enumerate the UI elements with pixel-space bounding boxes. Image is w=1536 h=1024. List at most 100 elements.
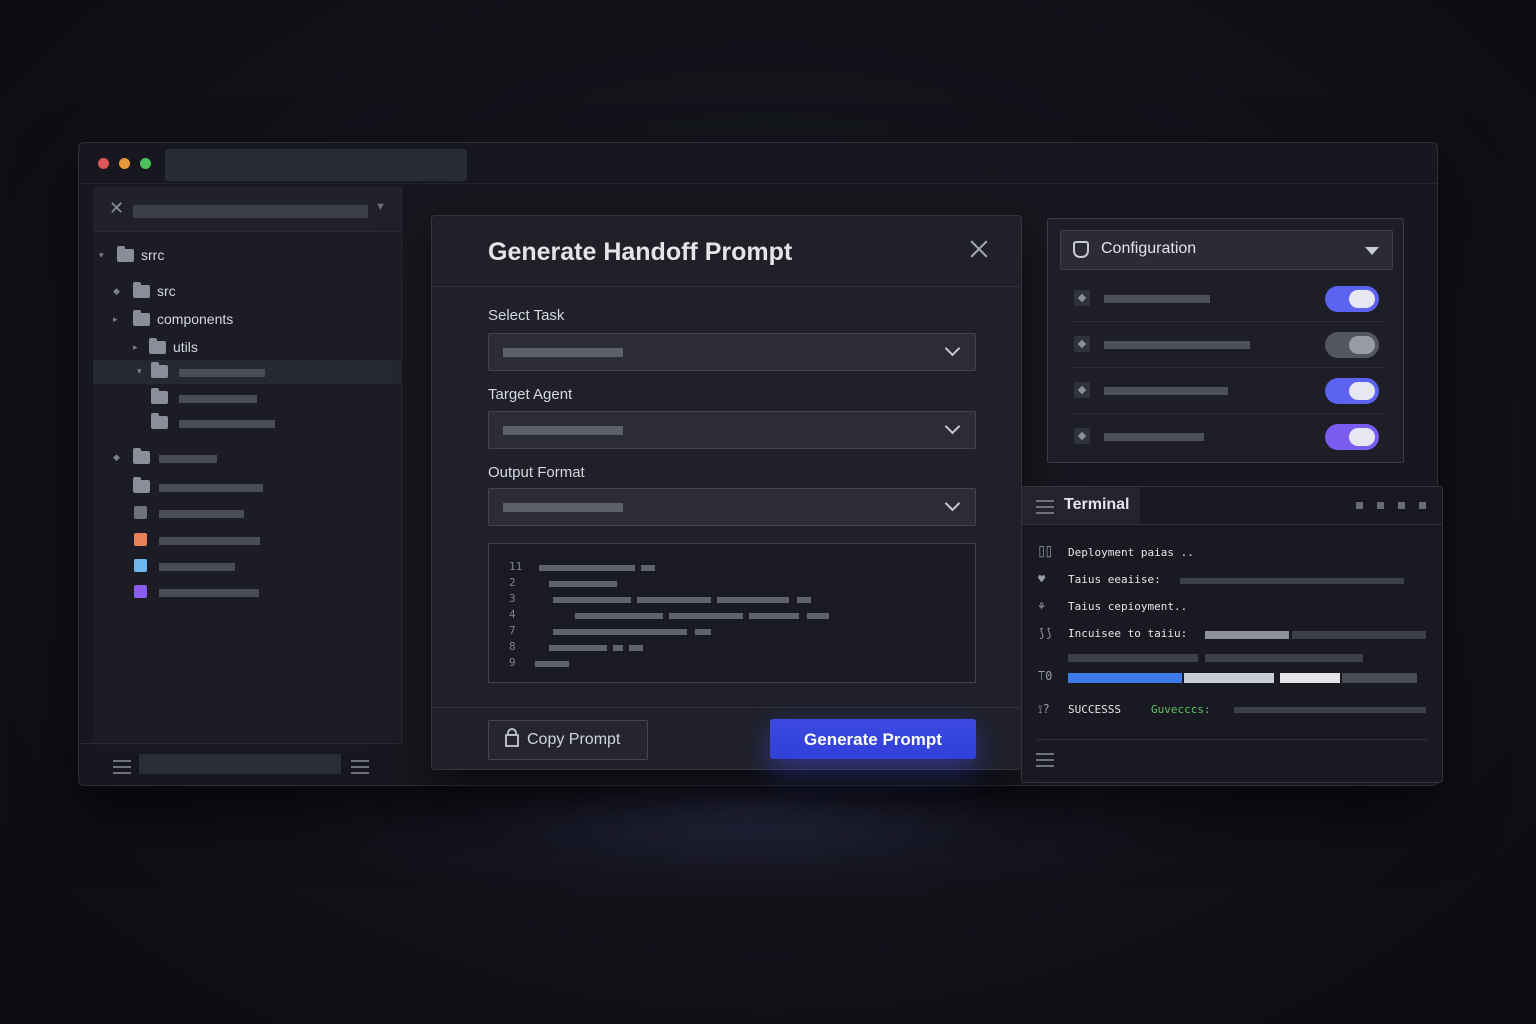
folder-icon <box>133 282 150 298</box>
tree-item-file[interactable] <box>93 580 401 604</box>
terminal-action-icon[interactable] <box>1419 502 1426 509</box>
tree-label <box>179 369 265 377</box>
tree-item-utils[interactable]: ▸ utils <box>93 336 401 360</box>
status-field <box>139 754 341 774</box>
code-line <box>539 565 635 571</box>
editor-tab[interactable] <box>165 149 467 181</box>
menu-icon[interactable] <box>113 760 131 774</box>
handoff-prompt-dialog: Generate Handoff Prompt Select Task Targ… <box>431 215 1022 770</box>
menu-icon[interactable] <box>351 760 369 774</box>
prompt-preview[interactable]: 11 2 3 4 7 8 9 <box>488 543 976 683</box>
setting-toggle[interactable] <box>1325 424 1379 450</box>
config-row <box>1070 413 1382 459</box>
tree-label <box>179 395 257 403</box>
configuration-dropdown[interactable]: Configuration <box>1060 230 1393 270</box>
toggle-knob <box>1349 290 1375 308</box>
code-line <box>535 661 569 667</box>
minimize-window-button[interactable] <box>119 158 130 169</box>
tree-item-selected[interactable]: ▾ <box>93 360 401 384</box>
terminal-text: Taius cepioyment.. <box>1068 600 1188 613</box>
output-format-label: Output Format <box>488 464 585 481</box>
line-number: 9 <box>509 656 516 669</box>
code-line <box>613 645 623 651</box>
code-line <box>749 613 799 619</box>
config-row <box>1070 275 1382 322</box>
tree-item-file[interactable] <box>93 501 401 525</box>
terminal-line: ⌷⌷ Deployment paias .. <box>1022 544 1442 564</box>
chevron-down-icon <box>944 418 961 435</box>
tree-label <box>159 484 263 492</box>
copy-prompt-button[interactable]: Copy Prompt <box>488 720 648 760</box>
line-glyph-icon: ⌷⌷ <box>1038 545 1053 559</box>
setting-icon <box>1074 382 1090 398</box>
line-number: 3 <box>509 592 516 605</box>
terminal-action-icon[interactable] <box>1356 502 1363 509</box>
tree-item[interactable] <box>93 386 401 410</box>
line-glyph-icon: ⟙0 <box>1038 669 1053 683</box>
close-window-button[interactable] <box>98 158 109 169</box>
progress-segment <box>1280 673 1340 683</box>
line-glyph-icon: ⟆⟆ <box>1038 626 1053 640</box>
setting-toggle[interactable] <box>1325 378 1379 404</box>
dropdown-value <box>503 503 623 512</box>
toggle-knob <box>1349 428 1375 446</box>
terminal-text: Incuisee to taiiu: <box>1068 627 1188 640</box>
status-bar <box>79 743 399 784</box>
terminal-action-icon[interactable] <box>1398 502 1405 509</box>
code-line <box>807 613 829 619</box>
chevron-down-icon[interactable]: ▼ <box>375 201 386 213</box>
setting-toggle[interactable] <box>1325 332 1379 358</box>
terminal-text: SUCCESSS <box>1068 703 1121 716</box>
generate-prompt-button[interactable]: Generate Prompt <box>770 719 976 759</box>
toggle-knob <box>1349 382 1375 400</box>
tree-item-root[interactable]: ▾ srrc <box>93 244 401 268</box>
dialog-header: Generate Handoff Prompt <box>432 216 1021 287</box>
tree-label: src <box>157 283 176 299</box>
code-line <box>695 629 711 635</box>
line-glyph-icon: ⟟? <box>1038 702 1050 716</box>
explorer-search[interactable] <box>133 205 368 218</box>
folder-icon <box>151 362 168 378</box>
heart-icon: ♥ <box>1038 572 1046 586</box>
setting-label <box>1104 387 1228 395</box>
progress-segment <box>1184 673 1274 683</box>
close-icon[interactable]: ✕ <box>109 198 124 219</box>
tree-item-file[interactable] <box>93 528 401 552</box>
terminal-tab[interactable]: Terminal <box>1022 487 1140 524</box>
target-agent-dropdown[interactable] <box>488 411 976 449</box>
select-task-dropdown[interactable] <box>488 333 976 371</box>
terminal-action-icon[interactable] <box>1377 502 1384 509</box>
file-icon <box>134 533 147 546</box>
caret-down-icon <box>1365 247 1379 255</box>
setting-toggle[interactable] <box>1325 286 1379 312</box>
configuration-panel: Configuration <box>1047 218 1404 463</box>
dropdown-value <box>503 426 623 435</box>
terminal-panel: Terminal ⌷⌷ Deployment paias .. ♥ Taius … <box>1021 486 1443 783</box>
line-number: 8 <box>509 640 516 653</box>
tree-label <box>159 537 260 545</box>
tree-item[interactable] <box>93 475 401 499</box>
tree-item-components[interactable]: ▸ components <box>93 308 401 332</box>
folder-icon <box>149 338 166 354</box>
close-icon[interactable] <box>967 237 991 261</box>
setting-icon <box>1074 428 1090 444</box>
chevron-down-icon <box>944 340 961 357</box>
menu-icon[interactable] <box>1036 753 1054 767</box>
pin-icon: ⚘ <box>1038 599 1046 613</box>
tree-item[interactable]: ◆ <box>93 446 401 470</box>
tree-item-src[interactable]: ◆ src <box>93 280 401 304</box>
folder-icon <box>133 310 150 326</box>
explorer-header: ✕ ▼ <box>93 187 401 232</box>
code-line <box>669 613 743 619</box>
terminal-line: ♥ Taius eeaiise: <box>1022 571 1442 591</box>
terminal-placeholder <box>1180 578 1404 584</box>
tree-label <box>179 420 275 428</box>
terminal-header: Terminal <box>1022 487 1442 525</box>
tree-item[interactable] <box>93 411 401 435</box>
code-line <box>553 629 687 635</box>
file-icon <box>134 559 147 572</box>
tree-item-file[interactable] <box>93 554 401 578</box>
copy-prompt-label: Copy Prompt <box>527 731 621 748</box>
output-format-dropdown[interactable] <box>488 488 976 526</box>
maximize-window-button[interactable] <box>140 158 151 169</box>
